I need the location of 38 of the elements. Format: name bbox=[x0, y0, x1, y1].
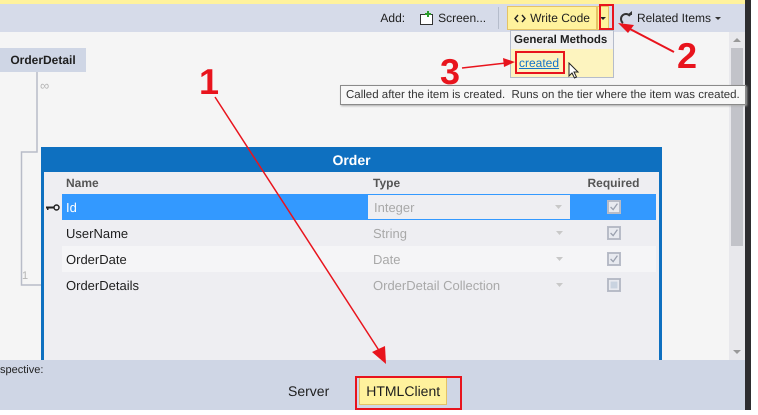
annotation-arrow bbox=[462, 58, 515, 69]
add-label: Add: bbox=[380, 11, 406, 25]
caret-icon bbox=[555, 205, 562, 209]
required-checkbox[interactable] bbox=[606, 226, 620, 240]
caret-icon bbox=[556, 257, 563, 261]
highlight-box bbox=[599, 4, 614, 30]
highlight-box bbox=[515, 51, 565, 74]
method-link[interactable]: created bbox=[519, 56, 560, 70]
scroll-down-icon[interactable] bbox=[733, 350, 741, 354]
new-screen-icon bbox=[419, 10, 434, 26]
caret-icon bbox=[556, 231, 563, 235]
entity-header[interactable]: OrderDetail bbox=[0, 48, 86, 72]
add-screen-button[interactable]: Screen... bbox=[415, 6, 490, 30]
field-name-cell[interactable]: OrderDate bbox=[62, 246, 367, 272]
required-checkbox[interactable] bbox=[606, 278, 620, 292]
caret-icon bbox=[556, 283, 563, 287]
perspective-tab[interactable]: HTMLClient bbox=[359, 377, 448, 405]
caret-icon bbox=[715, 16, 721, 20]
annotation-arrow bbox=[618, 23, 674, 53]
annotation-number: 2 bbox=[677, 38, 698, 74]
code-icon bbox=[514, 14, 526, 22]
multiplicity-label: ∞ bbox=[40, 78, 50, 93]
perspective-tab[interactable]: Server bbox=[282, 377, 336, 405]
annotation-number: 1 bbox=[199, 64, 220, 100]
perspective-label: spective: bbox=[0, 364, 44, 376]
related-items-button[interactable]: Related Items bbox=[614, 6, 725, 30]
tooltip: Called after the item is created. Runs on the tier where the item was created. bbox=[340, 85, 746, 105]
scroll-up-icon[interactable] bbox=[733, 38, 741, 42]
field-name-cell[interactable]: OrderDetails bbox=[62, 272, 367, 298]
entity-title: Order bbox=[41, 147, 662, 172]
write-code-button[interactable]: Write Code bbox=[507, 6, 597, 30]
caret-icon bbox=[600, 16, 606, 20]
multiplicity-label: 1 bbox=[22, 270, 28, 282]
required-checkbox[interactable] bbox=[606, 252, 620, 266]
redo-arrow-icon bbox=[618, 11, 633, 25]
field-name-cell[interactable]: UserName bbox=[62, 220, 367, 246]
required-checkbox[interactable] bbox=[606, 200, 620, 214]
menu-heading: General Methods bbox=[511, 31, 613, 49]
